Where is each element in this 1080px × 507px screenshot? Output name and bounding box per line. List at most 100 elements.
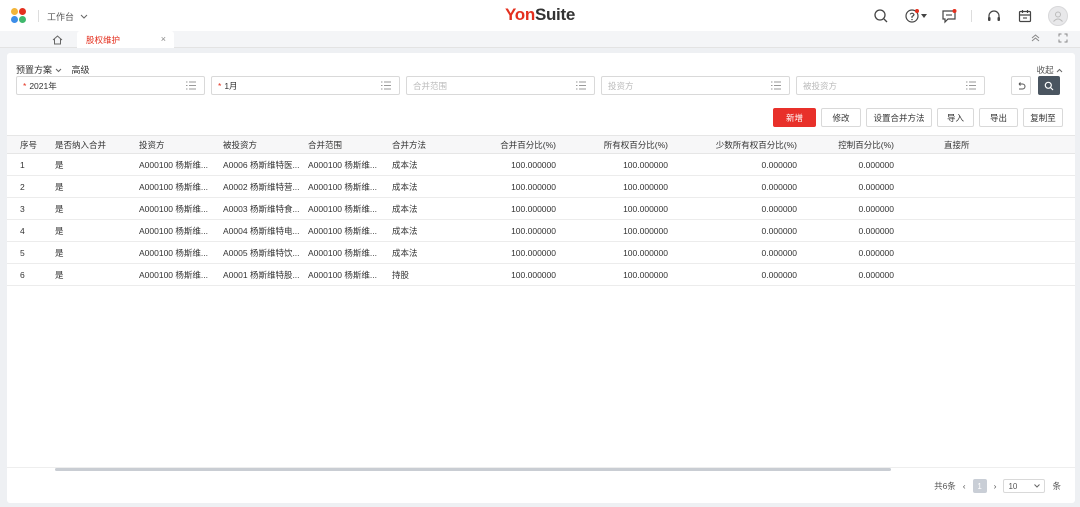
search-button[interactable] [1038, 76, 1060, 95]
page-number[interactable]: 1 [972, 479, 987, 493]
list-icon[interactable] [381, 81, 391, 90]
tab-equity-maintenance[interactable]: 股权维护 × [77, 31, 174, 48]
included-cell: 是 [51, 197, 135, 220]
chevron-down-icon [1034, 484, 1041, 488]
pagination: 共6条 ‹ 1 › 10 条 [934, 479, 1061, 493]
col-header-investee: 被投资方 [219, 135, 304, 154]
tab-label: 股权维护 [86, 34, 121, 45]
col-header-minority-pct: 少数所有权百分比(%) [672, 135, 801, 154]
tab-bar-controls [1031, 33, 1068, 43]
close-icon[interactable]: × [161, 34, 166, 44]
search-icon[interactable] [872, 7, 890, 25]
collapse-toggle[interactable]: 收起 [1037, 64, 1063, 76]
message-icon[interactable] [940, 7, 958, 25]
method-cell: 成本法 [388, 197, 460, 220]
year-field[interactable]: * 2021年 [16, 76, 205, 95]
method-cell: 成本法 [388, 219, 460, 242]
row-index: 5 [7, 241, 51, 264]
investee-cell: A0004 杨斯维特电... [219, 219, 304, 242]
scheme-bar: 预置方案 高级 [16, 63, 90, 76]
method-cell: 成本法 [388, 153, 460, 176]
investee-field[interactable]: 被投资方 [796, 76, 985, 95]
investor-cell: A000100 杨斯维... [135, 175, 219, 198]
control-pct-cell: 0.000000 [801, 263, 898, 286]
row-index: 2 [7, 175, 51, 198]
consolidation-pct-cell: 100.000000 [460, 263, 560, 286]
direct-cell [898, 219, 1075, 242]
advanced-link[interactable]: 高级 [72, 63, 90, 76]
scope-cell: A000100 杨斯维... [304, 175, 388, 198]
prev-page-button[interactable]: ‹ [963, 481, 966, 491]
page-size-select[interactable]: 10 [1003, 479, 1046, 493]
col-header-investor: 投资方 [135, 135, 219, 154]
minority-pct-cell: 0.000000 [672, 175, 801, 198]
headset-icon[interactable] [985, 7, 1003, 25]
list-icon[interactable] [576, 81, 586, 90]
list-icon[interactable] [966, 81, 976, 90]
investee-cell: A0006 杨斯维特医... [219, 153, 304, 176]
export-button[interactable]: 导出 [979, 108, 1018, 127]
scope-cell: A000100 杨斯维... [304, 241, 388, 264]
equity-table: 序号 是否纳入合并 投资方 被投资方 合并范围 合并方法 合并百分比(%) 所有… [7, 135, 1075, 286]
col-header-method: 合并方法 [388, 135, 460, 154]
fullscreen-icon[interactable] [1058, 33, 1068, 43]
chevron-up-double-icon[interactable] [1031, 33, 1040, 42]
ownership-pct-cell: 100.000000 [560, 153, 672, 176]
undo-icon [1018, 81, 1026, 89]
reset-button[interactable] [1011, 76, 1031, 95]
table-row[interactable]: 5 是 A000100 杨斯维... A0005 杨斯维特饮... A000100 杨斯… [7, 241, 1075, 264]
home-icon[interactable] [50, 33, 64, 46]
help-icon[interactable] [903, 7, 927, 25]
col-header-control-pct: 控制百分比(%) [801, 135, 898, 154]
consolidation-scope-field[interactable]: 合并范围 [406, 76, 595, 95]
control-pct-cell: 0.000000 [801, 219, 898, 242]
investor-cell: A000100 杨斯维... [135, 241, 219, 264]
divider [971, 10, 972, 22]
top-bar: 工作台 YonSuite [0, 0, 1080, 31]
col-header-scope: 合并范围 [304, 135, 388, 154]
copy-to-button[interactable]: 复制至 [1023, 108, 1063, 127]
consolidation-pct-cell: 100.000000 [460, 175, 560, 198]
user-icon [1053, 11, 1063, 22]
investor-cell: A000100 杨斯维... [135, 263, 219, 286]
table-row[interactable]: 1 是 A000100 杨斯维... A0006 杨斯维特医... A000100 杨斯… [7, 153, 1075, 176]
col-header-consolidation-pct: 合并百分比(%) [460, 135, 560, 154]
table-row[interactable]: 6 是 A000100 杨斯维... A0001 杨斯维特股... A000100 杨斯… [7, 263, 1075, 286]
horizontal-scrollbar[interactable] [55, 468, 891, 471]
table-header-row: 序号 是否纳入合并 投资方 被投资方 合并范围 合并方法 合并百分比(%) 所有… [7, 135, 1075, 154]
investor-field[interactable]: 投资方 [601, 76, 790, 95]
list-icon[interactable] [186, 81, 196, 90]
top-icon-group [859, 6, 1068, 26]
included-cell: 是 [51, 153, 135, 176]
row-index: 4 [7, 219, 51, 242]
included-cell: 是 [51, 263, 135, 286]
next-page-button[interactable]: › [994, 481, 997, 491]
avatar[interactable] [1048, 6, 1068, 26]
import-button[interactable]: 导入 [937, 108, 974, 127]
total-count: 共6条 [934, 481, 956, 491]
method-cell: 成本法 [388, 241, 460, 264]
preset-scheme-dropdown[interactable]: 预置方案 [16, 63, 62, 76]
list-icon[interactable] [771, 81, 781, 90]
required-marker: * [23, 80, 27, 91]
row-index: 6 [7, 263, 51, 286]
minority-pct-cell: 0.000000 [672, 263, 801, 286]
direct-cell [898, 153, 1075, 176]
investee-cell: A0002 杨斯维特营... [219, 175, 304, 198]
direct-cell [898, 197, 1075, 220]
calendar-icon[interactable] [1016, 7, 1034, 25]
col-header-index: 序号 [7, 135, 51, 154]
table-row[interactable]: 2 是 A000100 杨斯维... A0002 杨斯维特营... A000100 杨斯… [7, 175, 1075, 198]
scope-cell: A000100 杨斯维... [304, 197, 388, 220]
investor-cell: A000100 杨斯维... [135, 219, 219, 242]
tab-bar: 股权维护 × [0, 31, 1080, 48]
month-field[interactable]: * 1月 [211, 76, 400, 95]
page-size-unit: 条 [1052, 481, 1061, 491]
ownership-pct-cell: 100.000000 [560, 175, 672, 198]
edit-button[interactable]: 修改 [821, 108, 861, 127]
scope-cell: A000100 杨斯维... [304, 263, 388, 286]
set-consolidation-method-button[interactable]: 设置合并方法 [866, 108, 932, 127]
table-row[interactable]: 3 是 A000100 杨斯维... A0003 杨斯维特食... A000100 杨斯… [7, 197, 1075, 220]
table-row[interactable]: 4 是 A000100 杨斯维... A0004 杨斯维特电... A000100 杨斯… [7, 219, 1075, 242]
add-button[interactable]: 新增 [773, 108, 816, 127]
